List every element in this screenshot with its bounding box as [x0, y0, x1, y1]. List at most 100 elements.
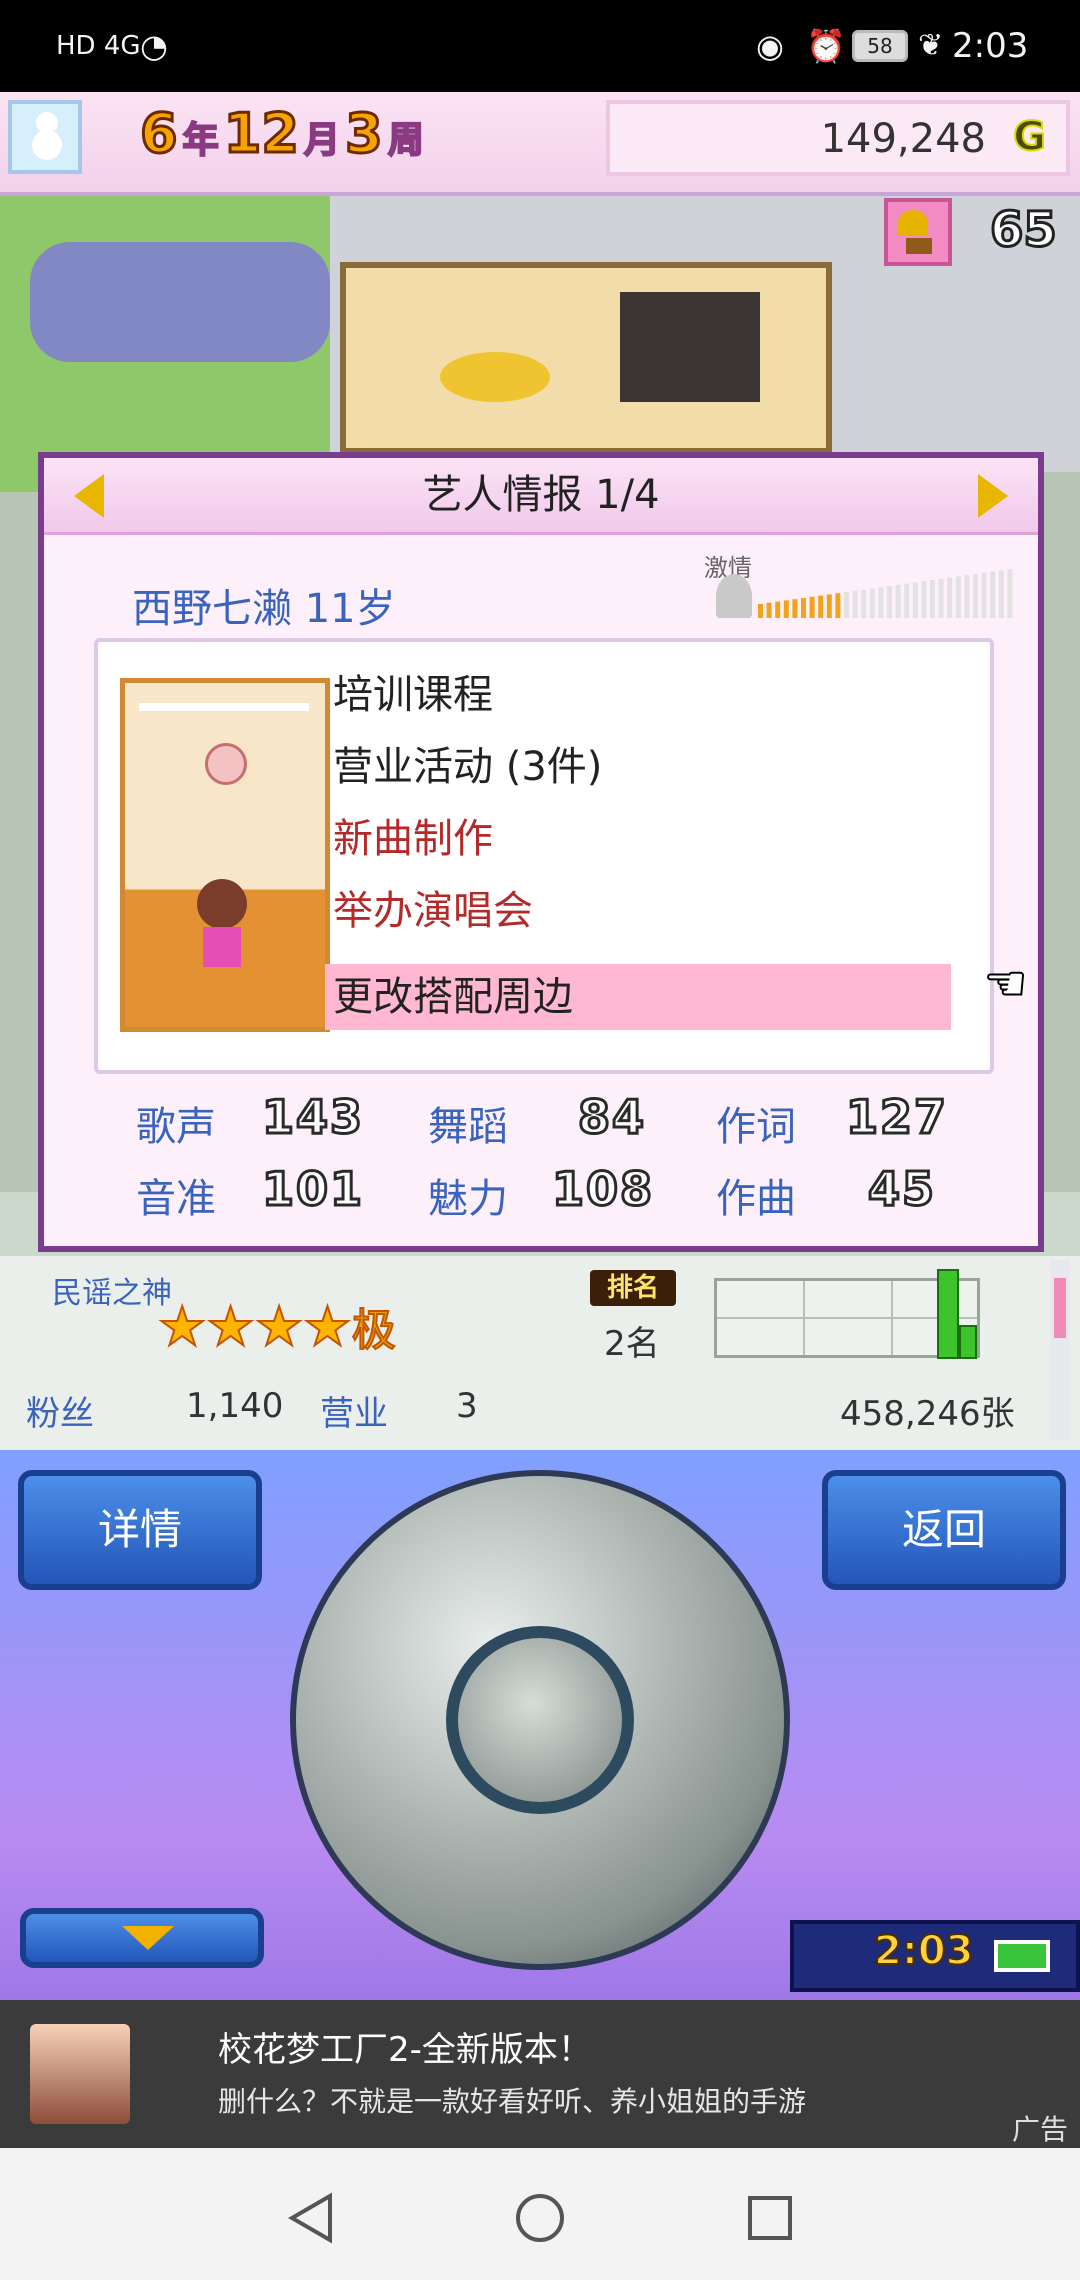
star-icon: ★ [254, 1294, 304, 1359]
rank-badge: 排名 [590, 1270, 676, 1306]
flower-bed [30, 242, 330, 362]
passion-bar [835, 593, 841, 618]
passion-bar [878, 587, 884, 618]
genre-title: 民谣之神 [52, 1276, 172, 1311]
menu-down-button[interactable] [20, 1908, 264, 1968]
passion-bar [921, 581, 927, 618]
stat-label-singing: 歌声 [136, 1104, 216, 1150]
week-unit: 周 [387, 119, 425, 162]
clock-icon [205, 743, 247, 785]
stat-label-pitch: 音准 [136, 1176, 216, 1222]
passion-bar [912, 582, 918, 618]
dpad[interactable] [290, 1470, 790, 1970]
scrollbar[interactable] [1050, 1260, 1070, 1440]
gramophone-trophy-icon[interactable] [884, 198, 952, 266]
star-icon: ★ [205, 1294, 255, 1359]
back-nav-icon[interactable] [280, 2188, 340, 2248]
star-icon: ★ [302, 1294, 352, 1359]
currency-symbol: G [1012, 113, 1047, 161]
year-unit: 年 [182, 119, 220, 162]
idol-info-dialog: 艺人情报 1/4 西野七濑 11岁 激情 培训课程 营业活动 (3件) 新曲制作… [38, 452, 1044, 1252]
battery-icon [994, 1940, 1050, 1972]
passion-bar [861, 589, 867, 618]
passion-bar [887, 586, 892, 618]
scrollbar-thumb[interactable] [1054, 1278, 1066, 1338]
sales-value: 458,246张 [840, 1394, 1015, 1434]
passion-bar [758, 604, 763, 618]
status-time: 2:03 [952, 26, 1029, 66]
dpad-center-button[interactable] [446, 1626, 634, 1814]
network-indicator: HD 4G [56, 31, 141, 61]
stat-value-lyrics: 127 [844, 1089, 949, 1146]
pointer-hand-icon: ☚ [983, 955, 1028, 1013]
system-nav-bar [0, 2148, 1080, 2280]
rank-bar [959, 1325, 977, 1359]
detail-button[interactable]: 详情 [18, 1470, 262, 1590]
year-number: 6 [139, 101, 180, 167]
passion-bar [826, 594, 832, 618]
passion-bar [766, 602, 772, 618]
passion-bar [904, 583, 910, 618]
wifi-icon: ◔ [140, 27, 168, 65]
stat-value-pitch: 101 [260, 1161, 365, 1218]
fans-label: 粉丝 [26, 1394, 94, 1434]
season-snowman-icon[interactable] [8, 100, 82, 174]
business-value: 3 [456, 1386, 478, 1426]
game-view[interactable]: 6 年 12 月 3 周 149,248 G 65 艺人情报 1/4 西野七濑 … [0, 92, 1080, 1450]
ad-title[interactable]: 校花梦工厂2-全新版本！ [218, 2022, 592, 2071]
menu-new-song[interactable]: 新曲制作 [333, 806, 493, 872]
passion-bar [938, 578, 944, 618]
home-nav-icon[interactable] [510, 2188, 570, 2248]
ad-banner[interactable]: 校花梦工厂2-全新版本！ 删什么？不就是一款好看好听、养小姐姐的手游 广告 [0, 2000, 1080, 2148]
menu-concert[interactable]: 举办演唱会 [333, 878, 533, 944]
idol-name-age: 西野七濑 11岁 [132, 586, 396, 632]
passion-bar [973, 574, 978, 618]
passion-bar [998, 570, 1004, 618]
top-hud: 6 年 12 月 3 周 149,248 G [0, 92, 1080, 196]
money-display: 149,248 G [606, 100, 1070, 176]
passion-bar [1007, 569, 1013, 618]
stat-label-lyrics: 作词 [716, 1104, 796, 1150]
game-clock: 2:03 [790, 1920, 1080, 1992]
passion-person-icon [716, 574, 752, 618]
stat-label-dance: 舞蹈 [428, 1104, 508, 1150]
recents-nav-icon[interactable] [740, 2188, 800, 2248]
ad-description[interactable]: 删什么？不就是一款好看好听、养小姐姐的手游 [218, 2080, 806, 2120]
rank-value: 2名 [604, 1324, 660, 1364]
ad-tag: 广告 [1011, 2113, 1068, 2146]
star-extra: 极 [351, 1304, 397, 1357]
eye-icon: ◉ [756, 27, 784, 65]
passion-meter-svg [758, 569, 1013, 618]
passion-bar [783, 600, 789, 618]
back-button[interactable]: 返回 [822, 1470, 1066, 1590]
virtual-controller: 详情 返回 2:03 [0, 1450, 1080, 2000]
menu-business[interactable]: 营业活动 (3件) [333, 734, 602, 800]
passion-bar [930, 580, 935, 618]
game-clock-time: 2:03 [873, 1927, 974, 1975]
leaf-icon: ❦ [918, 28, 944, 63]
week-number: 3 [344, 101, 385, 167]
passion-bar [852, 590, 858, 618]
status-bar: HD 4G ◔ ◉ ⏰ 58 ❦ 2:03 [0, 0, 1080, 92]
idol-hair [197, 879, 247, 929]
menu-training[interactable]: 培训课程 [333, 662, 493, 728]
next-arrow-icon[interactable] [978, 474, 1008, 518]
star-rating: ★★★★极 [157, 1294, 397, 1359]
passion-bar [964, 575, 970, 618]
business-label: 营业 [320, 1394, 388, 1434]
passion-bar [792, 599, 798, 618]
trophy-count: 65 [989, 201, 1059, 260]
star-icon: ★ [157, 1294, 207, 1359]
down-arrow-icon [122, 1926, 174, 1950]
stat-value-singing: 143 [260, 1089, 365, 1146]
passion-bar [895, 584, 901, 618]
passion-bar [818, 595, 824, 618]
menu-change-merch[interactable]: 更改搭配周边 [333, 964, 573, 1030]
dialog-title-bar: 艺人情报 1/4 [44, 458, 1038, 535]
ad-thumbnail[interactable] [30, 2024, 130, 2124]
month-number: 12 [222, 101, 300, 167]
passion-bar [775, 601, 781, 618]
passion-bar [955, 576, 961, 618]
piano [620, 292, 760, 402]
stat-label-charm: 魅力 [428, 1176, 508, 1222]
